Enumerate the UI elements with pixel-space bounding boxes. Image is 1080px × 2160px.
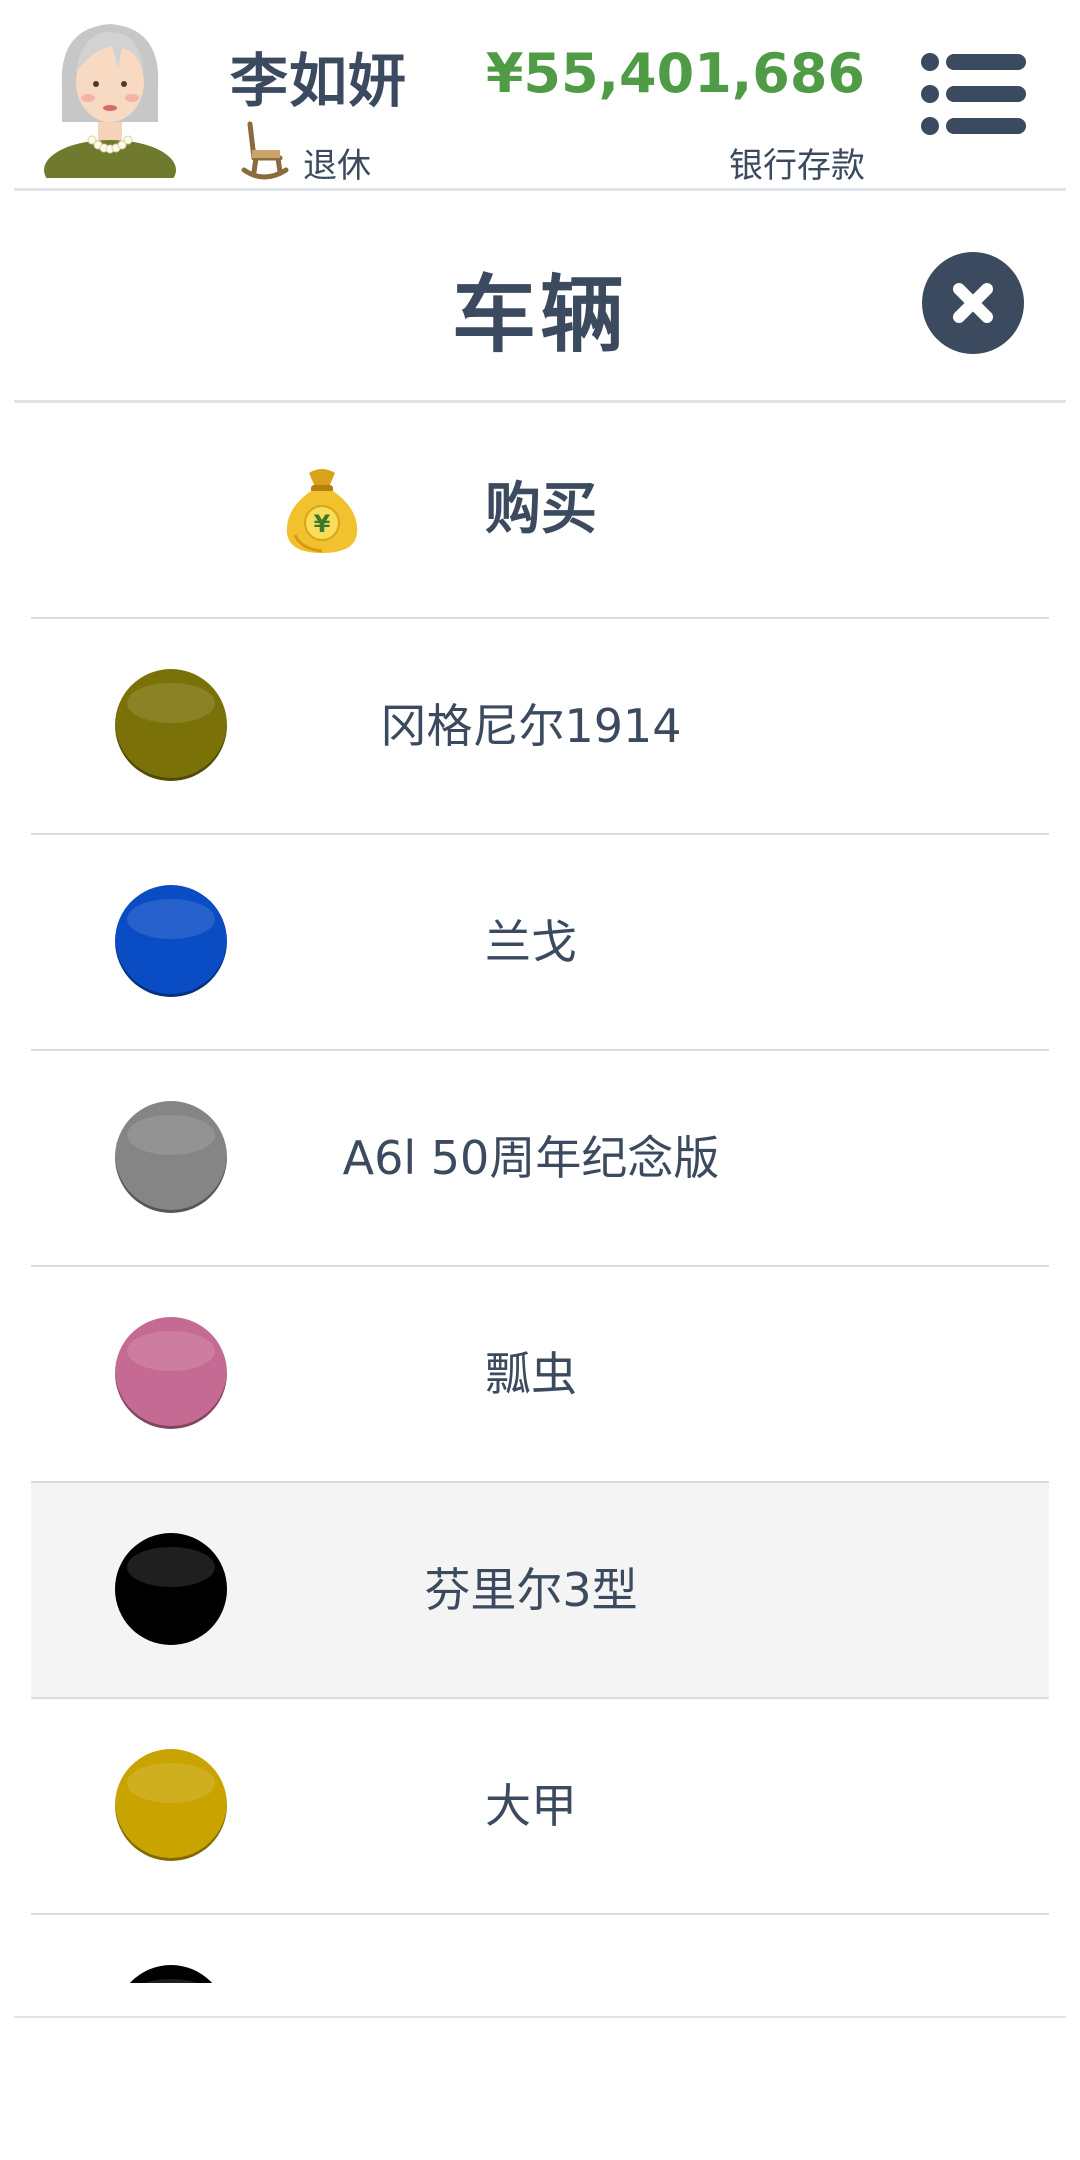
vehicle-row[interactable]: 瓢虫 [31,1267,1049,1483]
header-divider [14,188,1066,191]
vehicle-name: 芬里尔3型 [424,1563,638,1617]
vehicle-name: 冈格尼尔1914 [380,699,682,753]
vehicle-row[interactable]: 大甲 [31,1699,1049,1915]
vehicle-row[interactable]: A6l 50周年纪念版 [31,1051,1049,1267]
rocking-chair-icon [241,121,289,180]
buy-vehicle-button[interactable]: ¥ 购买 [31,403,1049,619]
vehicle-row[interactable] [31,1915,1049,1983]
avatar[interactable] [40,10,180,178]
vehicle-name [31,1915,1031,1983]
page-title: 车辆 [451,266,628,364]
vehicle-row[interactable]: 冈格尼尔1914 [31,619,1049,835]
vehicle-row[interactable]: 芬里尔3型 [31,1483,1049,1699]
buy-label: 购买 [485,477,597,542]
list-bottom-divider [14,2016,1066,2018]
close-icon [953,283,993,323]
vehicle-name: 兰戈 [485,915,577,969]
status-label: 退休 [303,146,371,186]
status-header: 李如妍 退休 ¥55,401,686 银行存款 [0,0,1080,190]
vehicle-name: 瓢虫 [485,1347,577,1401]
vehicle-name: A6l 50周年纪念版 [342,1131,720,1185]
vehicle-name: 大甲 [485,1779,577,1833]
menu-list-icon[interactable] [920,52,1026,136]
vehicle-row[interactable]: 兰戈 [31,835,1049,1051]
bank-balance-label: 银行存款 [729,146,865,186]
vehicle-list: ¥ 购买 冈格尼尔1914 兰戈 A6l 50周年纪念版 瓢虫 芬里尔3型 大甲 [31,403,1049,1983]
vehicles-screen: 李如妍 退休 ¥55,401,686 银行存款 车辆 ¥ 购买 冈格尼尔1914… [0,0,1080,2160]
player-name: 李如妍 [230,47,408,115]
close-button[interactable] [922,252,1024,354]
bank-balance: ¥55,401,686 [485,42,865,105]
